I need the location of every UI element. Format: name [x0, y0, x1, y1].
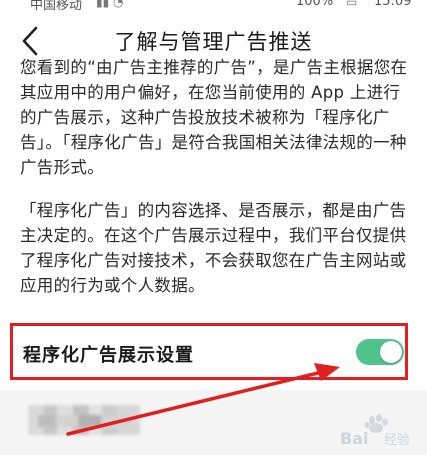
blurred-menu-item[interactable] [28, 405, 140, 435]
toggle-knob [380, 341, 402, 363]
description-content: 您看到的“由广告主推荐的广告”，是广告主根据您在其应用中的用户偏好，在您当前使用… [20, 55, 412, 298]
signal-icon: ▮▮ ◔ [96, 0, 124, 9]
description-paragraph-1: 您看到的“由广告主推荐的广告”，是广告主根据您在其应用中的用户偏好，在您当前使用… [20, 58, 408, 177]
carrier-name: 中国移动 [30, 0, 83, 12]
battery-icon: ▭ [346, 0, 358, 9]
setting-label: 程序化广告展示设置 [23, 345, 194, 366]
description-paragraph-2: 「程序化广告」的内容选择、是否展示，都是由广告主决定的。在这个广告展示过程中，我… [20, 201, 407, 295]
page-title: 了解与管理广告推送 [114, 30, 313, 54]
watermark-suffix: 经验 [384, 432, 410, 448]
battery-percent: 100% [296, 0, 334, 9]
clock-time: 15:09 [374, 0, 412, 9]
programmatic-ad-toggle[interactable] [356, 339, 404, 365]
status-bar: 中国移动 ▮▮ ◔ 100% ▭ 15:09 [0, 0, 427, 12]
baidu-watermark: Bai 经验 [338, 412, 418, 448]
watermark-brand: Bai [340, 429, 368, 448]
programmatic-ad-setting-row[interactable]: 程序化广告展示设置 [10, 323, 408, 380]
